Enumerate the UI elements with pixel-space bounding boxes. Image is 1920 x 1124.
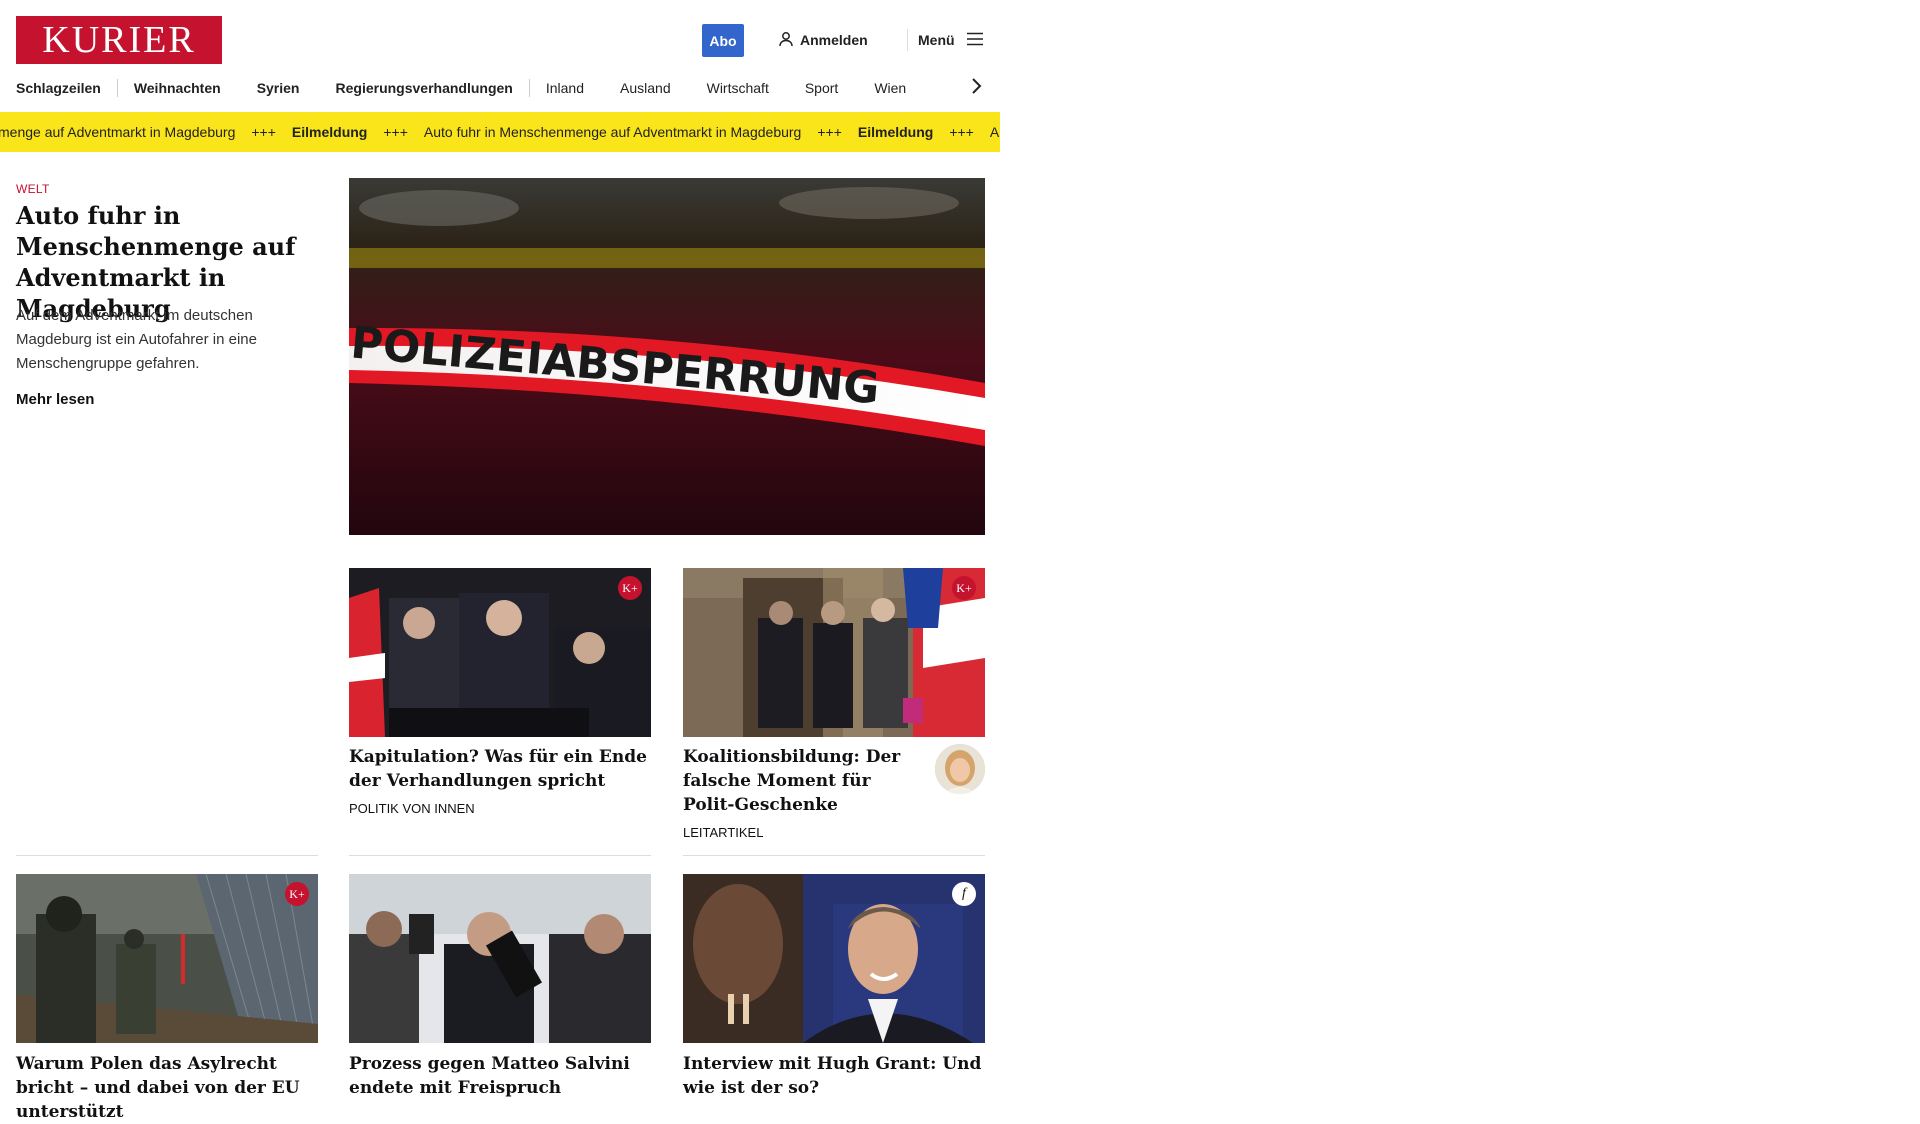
breaking-news-ticker[interactable]: menge auf Adventmarkt in Magdeburg +++ E… bbox=[0, 112, 1000, 152]
ticker-separator: +++ bbox=[383, 124, 408, 140]
card-image[interactable]: K+ bbox=[16, 874, 318, 1043]
nav-divider bbox=[116, 79, 118, 97]
ticker-headline: menge auf Adventmarkt in Magdeburg bbox=[0, 124, 236, 140]
nav-item-wirtschaft[interactable]: Wirtschaft bbox=[707, 80, 769, 96]
login-button[interactable]: Anmelden bbox=[778, 30, 868, 50]
abo-button[interactable]: Abo bbox=[702, 24, 744, 57]
ticker-separator: +++ bbox=[949, 124, 974, 140]
header-divider bbox=[907, 29, 908, 51]
ticker-separator: +++ bbox=[817, 124, 842, 140]
nav-item-sport[interactable]: Sport bbox=[805, 80, 838, 96]
chevron-right-icon bbox=[970, 77, 982, 100]
card-image[interactable]: K+ bbox=[349, 568, 651, 737]
main-nav: Schlagzeilen Weihnachten Syrien Regierun… bbox=[16, 78, 906, 98]
nav-scroll-right-button[interactable] bbox=[966, 77, 986, 100]
hamburger-icon bbox=[966, 32, 983, 49]
card-headline[interactable]: Koalitionsbildung: Der fal­sche Moment f… bbox=[683, 745, 923, 817]
card-image[interactable]: K+ bbox=[683, 568, 985, 737]
card-headline[interactable]: Warum Polen das Asylrecht bricht – und d… bbox=[16, 1052, 318, 1124]
lead-image[interactable]: POLIZEIABSPERRUNG bbox=[349, 178, 985, 535]
user-icon bbox=[778, 31, 794, 50]
kurier-plus-badge: K+ bbox=[618, 576, 642, 600]
card-headline[interactable]: Kapitulation? Was für ein Ende der Verha… bbox=[349, 745, 651, 793]
login-label: Anmelden bbox=[800, 32, 868, 48]
card-headline[interactable]: Prozess gegen Matteo Salvini en­dete mit… bbox=[349, 1052, 651, 1100]
ticker-headline: Auto fuhr in bbox=[989, 124, 1000, 140]
nav-item-inland[interactable]: Inland bbox=[546, 80, 584, 96]
ticker-headline: Auto fuhr in Menschenmenge auf Adventmar… bbox=[423, 124, 802, 140]
kurier-plus-badge: K+ bbox=[285, 882, 309, 906]
nav-item-schlagzeilen[interactable]: Schlagzeilen bbox=[16, 80, 101, 96]
read-more-link[interactable]: Mehr lesen bbox=[16, 391, 94, 408]
ticker-track: menge auf Adventmarkt in Magdeburg +++ E… bbox=[0, 112, 1000, 152]
kurier-plus-badge: K+ bbox=[952, 576, 976, 600]
nav-item-ausland[interactable]: Ausland bbox=[620, 80, 671, 96]
card-category[interactable]: POLITIK VON INNEN bbox=[349, 801, 475, 816]
lead-teaser: Auf dem Adventmarkt im deutschen Magdebu… bbox=[16, 307, 257, 372]
section-divider bbox=[683, 855, 985, 856]
freizeit-badge: f bbox=[952, 882, 976, 906]
nav-item-wien[interactable]: Wien bbox=[874, 80, 906, 96]
section-divider bbox=[349, 855, 651, 856]
nav-item-syrien[interactable]: Syrien bbox=[257, 80, 300, 96]
card-image[interactable]: f bbox=[683, 874, 985, 1043]
card-headline[interactable]: Interview mit Hugh Grant: Und wie ist de… bbox=[683, 1052, 985, 1100]
kurier-logo[interactable]: KURIER bbox=[16, 16, 222, 64]
ticker-breaking-label: Eilmeldung bbox=[857, 124, 934, 140]
menu-button[interactable]: Menü bbox=[918, 30, 983, 50]
nav-divider bbox=[528, 79, 530, 97]
nav-item-regierungsverhandlungen[interactable]: Regierungsverhandlungen bbox=[336, 80, 513, 96]
ticker-separator: +++ bbox=[251, 124, 276, 140]
lead-kicker[interactable]: WELT bbox=[16, 182, 50, 196]
nav-item-weihnachten[interactable]: Weihnachten bbox=[134, 80, 221, 96]
menu-label: Menü bbox=[918, 32, 955, 48]
ticker-breaking-label: Eilmeldung bbox=[291, 124, 368, 140]
section-divider bbox=[16, 855, 318, 856]
card-category[interactable]: LEITARTIKEL bbox=[683, 825, 763, 840]
card-image[interactable] bbox=[349, 874, 651, 1043]
author-avatar[interactable] bbox=[935, 744, 985, 794]
